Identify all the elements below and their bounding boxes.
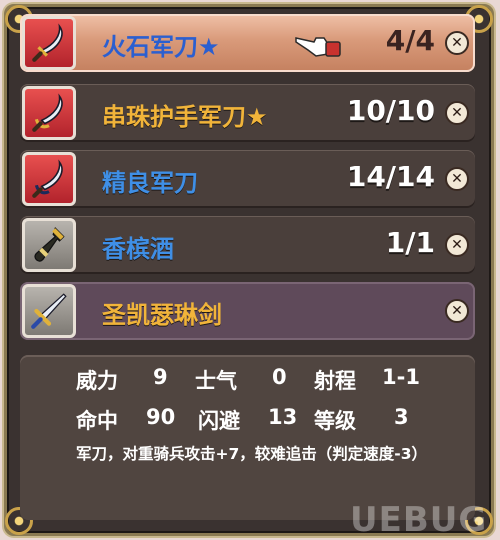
pointing-hand-cursor-icon bbox=[295, 37, 341, 57]
item-stats-panel: 威力 9 士气 0 射程 1-1 命中 90 闪避 13 等级 3 军刀，对重骑… bbox=[20, 355, 475, 520]
item-name: 火石军刀★ bbox=[102, 33, 220, 61]
stat-power-value: 9 bbox=[153, 365, 168, 389]
close-icon[interactable]: ✕ bbox=[445, 299, 469, 323]
item-count: 10/10 bbox=[346, 94, 435, 127]
stat-accuracy-label: 命中 bbox=[76, 409, 118, 433]
close-icon[interactable]: ✕ bbox=[445, 167, 469, 191]
stat-evasion-value: 13 bbox=[268, 405, 298, 429]
sword-icon bbox=[22, 284, 76, 338]
item-count: 1/1 bbox=[385, 226, 435, 259]
item-row-fine-sabre[interactable]: 精良军刀 14/14 ✕ bbox=[20, 150, 475, 208]
item-name: 串珠护手军刀★ bbox=[102, 103, 268, 131]
item-row-saint-catherine-sword[interactable]: 圣凯瑟琳剑 ✕ bbox=[20, 282, 475, 340]
close-icon[interactable]: ✕ bbox=[445, 101, 469, 125]
stat-level-label: 等级 bbox=[314, 409, 356, 433]
item-name: 香槟酒 bbox=[102, 235, 174, 263]
champagne-bottle-icon bbox=[22, 218, 76, 272]
stat-evasion-label: 闪避 bbox=[198, 409, 240, 433]
stat-morale-value: 0 bbox=[272, 365, 287, 389]
close-icon[interactable]: ✕ bbox=[445, 31, 469, 55]
sabre-icon bbox=[22, 86, 76, 140]
item-description: 军刀，对重骑兵攻击+7，较难追击（判定速度-3） bbox=[76, 445, 427, 463]
stat-range-label: 射程 bbox=[314, 369, 356, 393]
stat-range-value: 1-1 bbox=[382, 365, 420, 389]
item-row-beaded-guard-sabre[interactable]: 串珠护手军刀★ 10/10 ✕ bbox=[20, 84, 475, 142]
stat-power-label: 威力 bbox=[76, 369, 118, 393]
item-name: 圣凯瑟琳剑 bbox=[102, 301, 222, 329]
stat-accuracy-value: 90 bbox=[146, 405, 176, 429]
sabre-icon bbox=[22, 152, 76, 206]
item-row-flint-sabre[interactable]: 火石军刀★ 4/4 ✕ bbox=[20, 14, 475, 72]
item-count: 14/14 bbox=[346, 160, 435, 193]
item-count: 4/4 bbox=[385, 24, 435, 57]
sabre-icon bbox=[22, 16, 76, 70]
item-row-champagne[interactable]: 香槟酒 1/1 ✕ bbox=[20, 216, 475, 274]
item-name: 精良军刀 bbox=[102, 169, 198, 197]
stat-morale-label: 士气 bbox=[195, 369, 237, 393]
close-icon[interactable]: ✕ bbox=[445, 233, 469, 257]
stat-level-value: 3 bbox=[394, 405, 409, 429]
watermark: UEBUG bbox=[350, 500, 488, 540]
